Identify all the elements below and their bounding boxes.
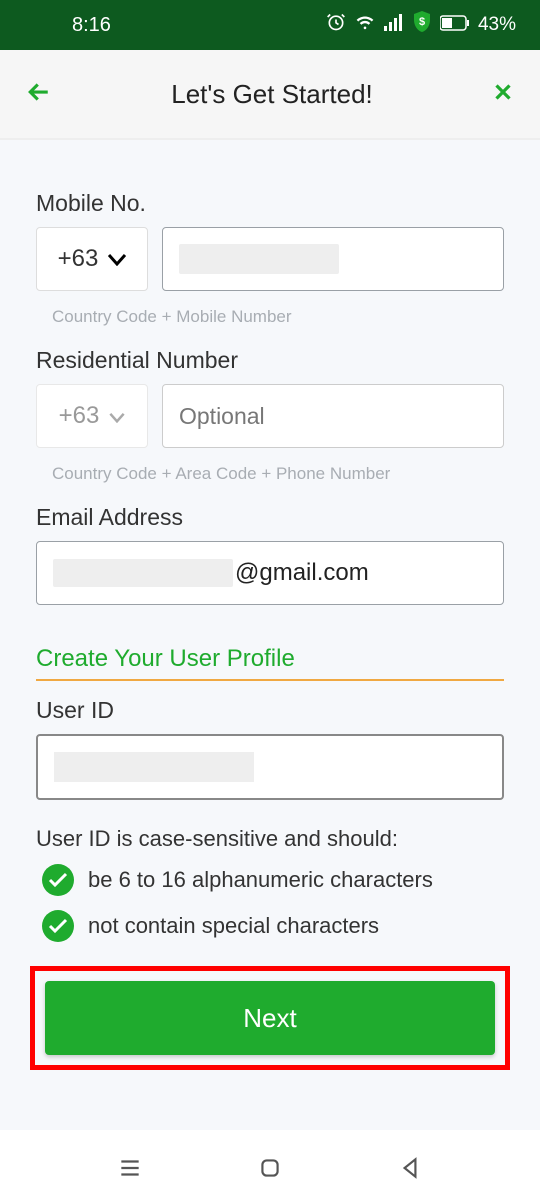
form-content: Mobile No. +63 Country Code + Mobile Num… (0, 140, 540, 1130)
residential-country-code[interactable]: +63 (36, 384, 148, 448)
rule-text: not contain special characters (88, 913, 379, 939)
email-domain: @gmail.com (235, 559, 369, 587)
country-code-text: +63 (59, 402, 100, 430)
country-code-text: +63 (58, 245, 99, 273)
rule-item: be 6 to 16 alphanumeric characters (36, 864, 504, 896)
header: Let's Get Started! (0, 50, 540, 140)
status-bar: 8:16 $ 43% (0, 0, 540, 50)
battery-icon (440, 14, 470, 37)
check-icon (42, 864, 74, 896)
mobile-label: Mobile No. (36, 190, 504, 217)
highlight-box: Next (30, 966, 510, 1070)
mobile-country-code[interactable]: +63 (36, 227, 148, 291)
email-input[interactable]: @gmail.com (36, 541, 504, 605)
rule-text: be 6 to 16 alphanumeric characters (88, 867, 433, 893)
check-icon (42, 910, 74, 942)
userid-label: User ID (36, 697, 504, 724)
recent-apps-button[interactable] (117, 1155, 143, 1186)
residential-hint: Country Code + Area Code + Phone Number (52, 464, 504, 484)
android-navbar (0, 1140, 540, 1200)
back-button[interactable] (24, 77, 54, 112)
status-time: 8:16 (24, 14, 111, 37)
alarm-icon (326, 12, 346, 38)
section-title: Create Your User Profile (36, 645, 504, 681)
chevron-down-icon (108, 245, 126, 273)
redacted-value (53, 559, 233, 587)
page-title: Let's Get Started! (171, 79, 373, 110)
battery-text: 43% (478, 14, 516, 36)
signal-icon (384, 13, 404, 37)
residential-label: Residential Number (36, 347, 504, 374)
status-icons: $ 43% (326, 11, 516, 39)
rules-title: User ID is case-sensitive and should: (36, 826, 504, 852)
chevron-down-icon (109, 402, 125, 430)
rule-item: not contain special characters (36, 910, 504, 942)
back-nav-button[interactable] (397, 1155, 423, 1186)
home-button[interactable] (257, 1155, 283, 1186)
close-button[interactable] (490, 79, 516, 110)
placeholder-text: Optional (179, 403, 265, 430)
next-button[interactable]: Next (45, 981, 495, 1055)
redacted-value (179, 244, 339, 274)
userid-input[interactable] (36, 734, 504, 800)
mobile-hint: Country Code + Mobile Number (52, 307, 504, 327)
redacted-value (54, 752, 254, 782)
wifi-icon (354, 13, 376, 37)
residential-input[interactable]: Optional (162, 384, 504, 448)
shield-icon: $ (412, 11, 432, 39)
svg-text:$: $ (419, 16, 425, 28)
email-label: Email Address (36, 504, 504, 531)
mobile-input[interactable] (162, 227, 504, 291)
